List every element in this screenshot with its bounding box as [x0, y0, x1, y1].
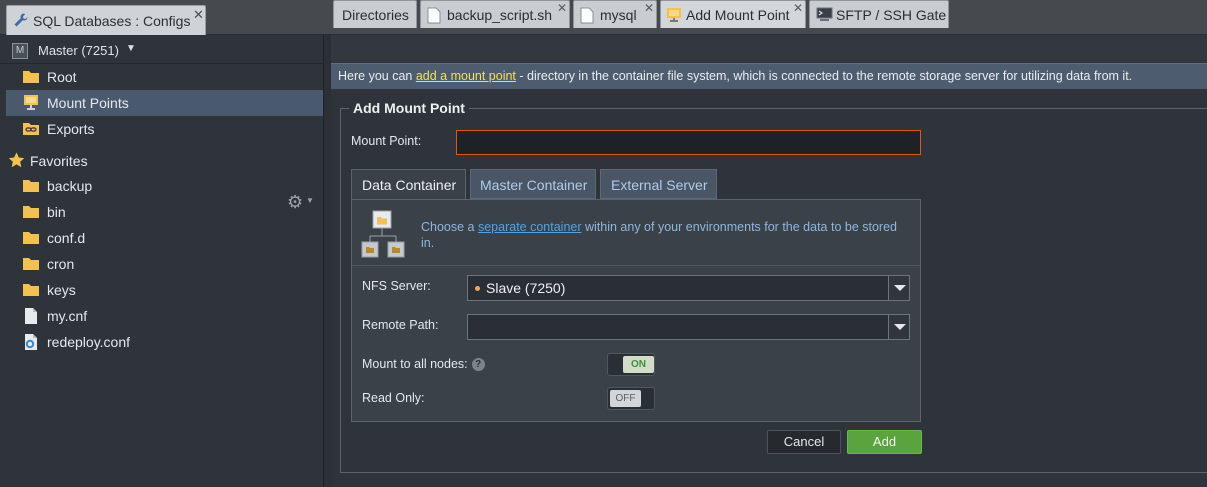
window-tab[interactable]: SQL Databases : Configs ✕	[6, 5, 206, 35]
subtab-label: Data Container	[362, 177, 457, 193]
cancel-button[interactable]: Cancel	[767, 430, 841, 454]
folder-icon	[22, 281, 40, 297]
tab-label: backup_script.sh	[447, 7, 553, 23]
dropdown-arrow-icon[interactable]	[888, 276, 909, 300]
monitor-folder-icon	[22, 94, 40, 112]
environment-label: Master (7251)	[38, 43, 119, 58]
toggle-state: ON	[623, 356, 654, 373]
separate-container-link[interactable]: separate container	[478, 220, 582, 234]
add-mount-point-link[interactable]: add a mount point	[416, 69, 516, 83]
favorite-item-label: backup	[47, 178, 93, 194]
divider	[352, 265, 920, 266]
file-icon	[22, 307, 40, 325]
add-button[interactable]: Add	[847, 430, 922, 454]
subtab-master-container[interactable]: Master Container	[470, 169, 596, 199]
sidebar-item-exports[interactable]: Exports	[6, 116, 323, 142]
favorite-item-keys[interactable]: keys	[6, 277, 323, 303]
tab-sftp-ssh-gate[interactable]: SFTP / SSH Gate	[809, 0, 949, 28]
mount-point-input[interactable]	[456, 130, 921, 155]
dropdown-arrow-icon[interactable]	[888, 315, 909, 339]
remote-path-label: Remote Path:	[362, 318, 439, 332]
folder-icon	[22, 229, 40, 245]
read-only-label: Read Only:	[362, 391, 425, 405]
folder-icon	[22, 255, 40, 271]
favorites-label: Favorites	[30, 153, 88, 169]
file-icon	[427, 7, 441, 24]
file-icon	[580, 7, 594, 24]
settings-dropdown-button[interactable]: ⚙ ▼	[285, 192, 317, 212]
sidebar-item-label: Root	[47, 69, 77, 85]
subtab-label: External Server	[611, 177, 708, 193]
close-tab-icon[interactable]: ✕	[793, 1, 803, 15]
nfs-server-label: NFS Server:	[362, 279, 431, 293]
tab-mysql[interactable]: mysql ✕	[573, 0, 657, 28]
info-text: Here you can	[338, 69, 416, 83]
gear-icon: ⚙	[287, 192, 304, 212]
wrench-icon	[13, 12, 29, 28]
favorite-item-label: cron	[47, 256, 75, 272]
subtab-data-container[interactable]: Data Container	[351, 169, 466, 200]
folder-icon	[22, 203, 40, 219]
mount-all-nodes-toggle[interactable]: ON	[607, 353, 655, 376]
favorite-item-cron[interactable]: cron	[6, 251, 323, 277]
tab-backup-script[interactable]: backup_script.sh ✕	[420, 0, 570, 28]
favorite-item-backup[interactable]: backup	[6, 173, 323, 199]
favorite-item-label: my.cnf	[47, 308, 88, 324]
data-container-description: Choose a separate container within any o…	[421, 219, 901, 251]
tab-label: SFTP / SSH Gate	[836, 7, 947, 23]
favorite-item-redeploy-conf[interactable]: redeploy.conf	[6, 329, 323, 355]
nfs-server-select[interactable]: Slave (7250)	[467, 275, 910, 301]
mount-point-label: Mount Point:	[351, 134, 422, 148]
sidebar-item-label: Exports	[47, 121, 95, 137]
tab-add-mount-point[interactable]: Add Mount Point ✕	[660, 0, 806, 28]
container-tree-icon	[361, 210, 407, 260]
sidebar-item-mount-points[interactable]: Mount Points	[6, 90, 323, 116]
close-window-icon[interactable]: ✕	[193, 7, 204, 23]
mount-all-nodes-label-row: Mount to all nodes:?	[362, 357, 485, 371]
favorite-item-label: redeploy.conf	[47, 334, 131, 350]
status-dot-icon	[475, 286, 480, 291]
star-icon	[8, 152, 25, 168]
sidebar-item-label: Mount Points	[47, 95, 129, 111]
tab-directories[interactable]: Directories	[333, 0, 417, 28]
tab-label: Directories	[342, 7, 409, 23]
remote-path-select[interactable]	[467, 314, 910, 340]
read-only-toggle[interactable]: OFF	[607, 387, 655, 410]
help-icon[interactable]: ?	[471, 358, 485, 371]
info-text: - directory in the container file system…	[515, 69, 1133, 83]
toggle-state: OFF	[610, 390, 641, 407]
tab-label: Add Mount Point	[686, 7, 790, 23]
favorite-item-label: bin	[47, 204, 66, 220]
info-bar: Here you can add a mount point - directo…	[331, 63, 1207, 89]
tab-label: mysql	[600, 7, 637, 23]
favorite-item-my-cnf[interactable]: my.cnf	[6, 303, 323, 329]
close-tab-icon[interactable]: ✕	[557, 1, 567, 15]
subtab-external-server[interactable]: External Server	[600, 169, 717, 199]
description-text: Choose a	[421, 220, 478, 234]
favorite-item-bin[interactable]: bin	[6, 199, 323, 225]
sidebar-item-root[interactable]: Root	[6, 64, 323, 90]
node-badge: M	[12, 43, 28, 59]
favorites-header[interactable]: Favorites	[6, 148, 323, 174]
folder-icon	[22, 177, 40, 193]
monitor-folder-icon	[666, 7, 682, 23]
fieldset-legend: Add Mount Point	[349, 100, 469, 116]
folder-icon	[22, 68, 40, 84]
caret-down-icon: ▼	[126, 43, 136, 54]
favorite-item-label: conf.d	[47, 230, 86, 246]
close-tab-icon[interactable]: ✕	[644, 1, 654, 15]
terminal-icon	[816, 7, 833, 22]
favorite-item-label: keys	[47, 282, 76, 298]
mount-all-nodes-label: Mount to all nodes:	[362, 357, 468, 371]
link-folder-icon	[22, 120, 40, 136]
config-file-icon	[22, 333, 40, 351]
nfs-server-value: Slave (7250)	[486, 280, 566, 296]
favorite-item-conf-d[interactable]: conf.d	[6, 225, 323, 251]
window-title: SQL Databases : Configs	[33, 13, 191, 29]
file-tab-bar	[331, 35, 1207, 63]
subtab-label: Master Container	[480, 177, 588, 193]
caret-down-icon: ▼	[306, 196, 314, 205]
